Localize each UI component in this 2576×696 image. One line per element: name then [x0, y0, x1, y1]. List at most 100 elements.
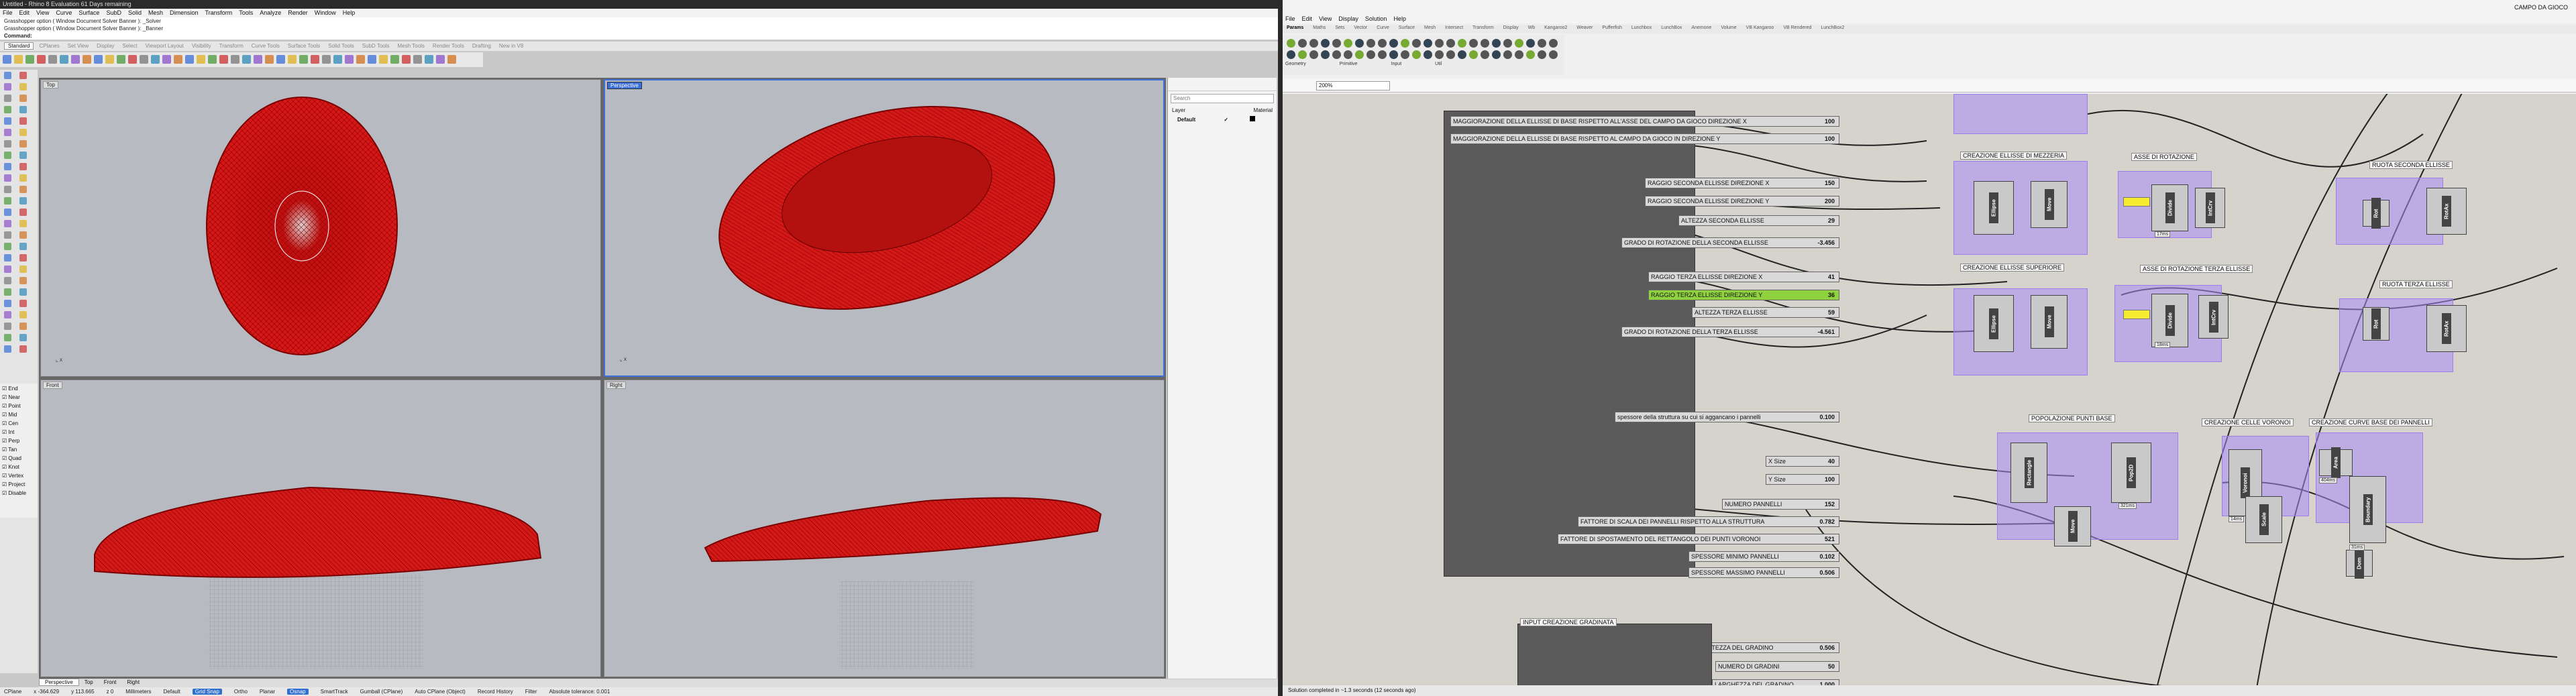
menu-item-curve[interactable]: Curve: [56, 9, 72, 16]
gh-menu-display[interactable]: Display: [1338, 15, 1358, 22]
left-tool-icon[interactable]: [19, 345, 27, 353]
number-slider[interactable]: X Size 40: [1766, 456, 1839, 467]
osnap-quad[interactable]: ☑ Quad: [2, 455, 36, 464]
gh-component-icon[interactable]: [1435, 50, 1444, 59]
menu-item-edit[interactable]: Edit: [19, 9, 30, 16]
tab-solid-tools[interactable]: Solid Tools: [328, 43, 354, 49]
left-tool-icon[interactable]: [19, 129, 27, 136]
toolbar-tool-icon[interactable]: [356, 55, 365, 64]
menu-item-window[interactable]: Window: [315, 9, 336, 16]
layer-search-input[interactable]: Search: [1171, 94, 1274, 103]
gh-tab-vb-kangaroo[interactable]: VB Kangaroo: [1746, 25, 1774, 30]
left-tool-icon[interactable]: [19, 140, 27, 148]
left-tool-icon[interactable]: [4, 300, 11, 307]
gh-component-icon[interactable]: [1469, 39, 1478, 48]
component-intcrv[interactable]: IntCrv: [2198, 295, 2229, 339]
slider-value[interactable]: 100: [1825, 475, 1835, 484]
menu-item-dimension[interactable]: Dimension: [170, 9, 199, 16]
gh-tab-vector[interactable]: Vector: [1354, 25, 1367, 30]
osnap-int[interactable]: ☑ Int: [2, 429, 36, 438]
left-tool-icon[interactable]: [19, 277, 27, 284]
tab-mesh-tools[interactable]: Mesh Tools: [398, 43, 425, 49]
number-slider[interactable]: FATTORE DI SCALA DEI PANNELLI RISPETTO A…: [1578, 516, 1839, 527]
toolbar-tool-icon[interactable]: [48, 55, 57, 64]
component-area[interactable]: Area: [2319, 447, 2353, 478]
gh-component-icon[interactable]: [1287, 39, 1295, 48]
checkbox-icon[interactable]: ☑: [2, 420, 7, 426]
number-slider[interactable]: MAGGIORAZIONE DELLA ELLISSE DI BASE RISP…: [1450, 116, 1839, 127]
component-rectangle[interactable]: Rectangle: [2010, 443, 2047, 503]
tab-cplanes[interactable]: CPlanes: [39, 43, 59, 49]
status-toggle-record-history[interactable]: Record History: [478, 689, 513, 695]
gh-component-icon[interactable]: [1424, 50, 1432, 59]
tab-subd-tools[interactable]: SubD Tools: [362, 43, 390, 49]
left-tool-icon[interactable]: [4, 243, 11, 250]
number-slider[interactable]: RAGGIO SECONDA ELLISSE DIREZIONE X 150: [1645, 178, 1839, 188]
osnap-end[interactable]: ☑ End: [2, 386, 36, 394]
tab-drafting[interactable]: Drafting: [472, 43, 491, 49]
slider-value[interactable]: 100: [1825, 134, 1835, 143]
slider-value[interactable]: 0.102: [1819, 552, 1835, 561]
left-tool-icon[interactable]: [19, 174, 27, 182]
toolbar-tool-icon[interactable]: [83, 55, 91, 64]
gh-component-icon[interactable]: [1526, 50, 1535, 59]
toolbar-tool-icon[interactable]: [288, 55, 297, 64]
osnap-near[interactable]: ☑ Near: [2, 394, 36, 403]
gh-tab-maths[interactable]: Maths: [1313, 25, 1326, 30]
toolbar-tool-icon[interactable]: [333, 55, 342, 64]
number-slider[interactable]: RAGGIO TERZA ELLISSE DIREZIONE X 41: [1648, 272, 1839, 282]
left-tool-icon[interactable]: [4, 117, 11, 125]
viewport-tab-front[interactable]: Front: [99, 679, 122, 685]
gh-component-icon[interactable]: [1355, 50, 1364, 59]
zoom-field[interactable]: 200%: [1316, 81, 1390, 91]
gh-component-icon[interactable]: [1298, 39, 1307, 48]
gh-component-icon[interactable]: [1412, 50, 1421, 59]
gh-tab-intersect[interactable]: Intersect: [1445, 25, 1463, 30]
gh-component-icon[interactable]: [1355, 39, 1364, 48]
component-rot[interactable]: Rot: [2363, 307, 2390, 341]
left-tool-icon[interactable]: [19, 323, 27, 330]
component-rot[interactable]: Rot: [2363, 198, 2390, 229]
number-slider[interactable]: FATTORE DI SPOSTAMENTO DEL RETTANGOLO DE…: [1558, 534, 1839, 544]
toolbar-tool-icon[interactable]: [105, 55, 114, 64]
slider-value[interactable]: 521: [1825, 534, 1835, 544]
gh-tab-lunchbox2[interactable]: LunchBox2: [1821, 25, 1844, 30]
gh-component-icon[interactable]: [1538, 50, 1546, 59]
number-slider[interactable]: NUMERO PANNELLI 152: [1722, 499, 1839, 510]
left-tool-icon[interactable]: [19, 83, 27, 91]
gh-component-icon[interactable]: [1435, 39, 1444, 48]
gh-component-icon[interactable]: [1458, 39, 1466, 48]
osnap-knot[interactable]: ☑ Knot: [2, 464, 36, 473]
gh-component-icon[interactable]: [1366, 39, 1375, 48]
gh-component-icon[interactable]: [1469, 50, 1478, 59]
toolbar-tool-icon[interactable]: [151, 55, 160, 64]
menu-item-mesh[interactable]: Mesh: [148, 9, 163, 16]
toolbar-tool-icon[interactable]: [231, 55, 239, 64]
slider-value[interactable]: -3.456: [1817, 238, 1835, 247]
left-tool-icon[interactable]: [19, 95, 27, 102]
viewport-right[interactable]: Right: [604, 380, 1165, 677]
tab-standard[interactable]: Standard: [4, 42, 34, 50]
slider-value[interactable]: 0.506: [1819, 643, 1835, 652]
gh-menu-solution[interactable]: Solution: [1365, 15, 1387, 22]
menu-item-view[interactable]: View: [36, 9, 49, 16]
toolbar-tool-icon[interactable]: [140, 55, 148, 64]
gh-tab-lunchbox[interactable]: Lunchbox: [1631, 25, 1652, 30]
component-ellipse[interactable]: Ellipse: [1974, 181, 2014, 235]
gh-component-icon[interactable]: [1344, 50, 1352, 59]
left-tool-icon[interactable]: [4, 83, 11, 91]
checkbox-icon[interactable]: ☑: [2, 438, 7, 444]
checkbox-icon[interactable]: ☑: [2, 481, 7, 487]
menu-item-tools[interactable]: Tools: [239, 9, 253, 16]
number-slider[interactable]: ALTEZZA TERZA ELLISSE 59: [1692, 307, 1839, 318]
gh-tab-kangaroo2[interactable]: Kangaroo2: [1544, 25, 1567, 30]
left-tool-icon[interactable]: [19, 220, 27, 227]
osnap-vertex[interactable]: ☑ Vertex: [2, 473, 36, 481]
toolbar-tool-icon[interactable]: [276, 55, 285, 64]
gh-component-icon[interactable]: [1515, 39, 1523, 48]
slider-value[interactable]: 29: [1828, 216, 1835, 225]
gh-component-icon[interactable]: [1481, 50, 1489, 59]
gh-component-icon[interactable]: [1549, 39, 1558, 48]
status-toggle-grid-snap[interactable]: Grid Snap: [192, 689, 222, 695]
number-slider[interactable]: spessore della struttura su cui si aggan…: [1615, 412, 1839, 422]
